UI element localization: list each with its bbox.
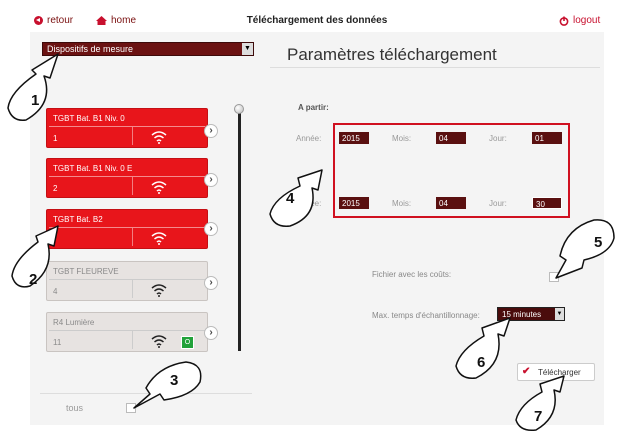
panel-title: Paramètres téléchargement <box>287 45 497 64</box>
device-card-3[interactable]: TGBT Bat. B2 <box>46 209 208 249</box>
divider <box>49 330 205 331</box>
wifi-icon <box>151 181 167 194</box>
divider <box>132 228 133 246</box>
callout-number: 1 <box>31 92 40 109</box>
callout-number: 4 <box>286 190 295 207</box>
status-badge: O <box>181 336 194 349</box>
wifi-icon <box>151 131 167 144</box>
logout-label: logout <box>573 15 601 26</box>
scrollbar-track[interactable] <box>238 108 241 351</box>
page-title: Téléchargement des données <box>246 15 388 26</box>
device-card-5[interactable]: R4 Lumière 11 O <box>46 312 208 352</box>
callout-2: 2 <box>10 224 70 299</box>
device-3-open-button[interactable]: › <box>204 222 218 236</box>
top-bar: retour home Téléchargement des données l… <box>30 10 604 32</box>
chevron-down-icon: ▼ <box>242 43 253 55</box>
device-card-1[interactable]: TGBT Bat. B1 Niv. 0 1 <box>46 108 208 148</box>
callout-5: 5 <box>554 216 616 285</box>
chevron-down-icon: ▼ <box>555 308 564 320</box>
divider <box>49 227 205 228</box>
costs-file-label: Fichier avec les coûts: <box>372 270 452 279</box>
callout-number: 7 <box>534 408 543 425</box>
divider <box>270 67 600 68</box>
divider <box>132 177 133 195</box>
logout-button[interactable]: logout <box>559 15 600 26</box>
from-year-label: Année: <box>296 134 322 143</box>
device-card-4[interactable]: TGBT FLEUREVE 4 <box>46 261 208 301</box>
callout-6: 6 <box>454 316 514 389</box>
device-number: 2 <box>53 184 58 193</box>
divider <box>132 280 133 298</box>
callout-4: 4 <box>268 168 332 237</box>
device-name: R4 Lumière <box>53 318 95 327</box>
wifi-icon <box>151 232 167 245</box>
divider <box>49 176 205 177</box>
date-range-highlight <box>333 123 570 218</box>
callout-1: 1 <box>6 52 66 132</box>
select-all-label: tous <box>66 403 84 413</box>
device-4-open-button[interactable]: › <box>204 276 218 290</box>
callout-7: 7 <box>514 374 572 439</box>
divider <box>49 126 205 127</box>
device-5-open-button[interactable]: › <box>204 326 218 340</box>
device-type-select[interactable]: Dispositifs de mesure ▼ <box>42 42 254 56</box>
divider <box>132 127 133 145</box>
device-name: TGBT Bat. B2 <box>53 215 103 224</box>
divider <box>132 331 133 349</box>
device-1-open-button[interactable]: › <box>204 124 218 138</box>
divider <box>49 279 205 280</box>
power-icon <box>559 16 569 26</box>
scrollbar-handle[interactable] <box>234 104 244 114</box>
device-number: 11 <box>53 338 62 347</box>
from-label: A partir: <box>298 103 329 112</box>
wifi-icon <box>151 335 167 348</box>
callout-3: 3 <box>132 356 204 417</box>
callout-number: 6 <box>477 354 486 371</box>
device-name: TGBT Bat. B1 Niv. 0 E <box>53 164 133 173</box>
callout-number: 2 <box>29 271 38 288</box>
wifi-icon <box>151 284 167 297</box>
device-2-open-button[interactable]: › <box>204 173 218 187</box>
callout-number: 3 <box>170 372 179 389</box>
callout-number: 5 <box>594 234 603 251</box>
device-number: 1 <box>53 134 58 143</box>
device-card-2[interactable]: TGBT Bat. B1 Niv. 0 E 2 <box>46 158 208 198</box>
